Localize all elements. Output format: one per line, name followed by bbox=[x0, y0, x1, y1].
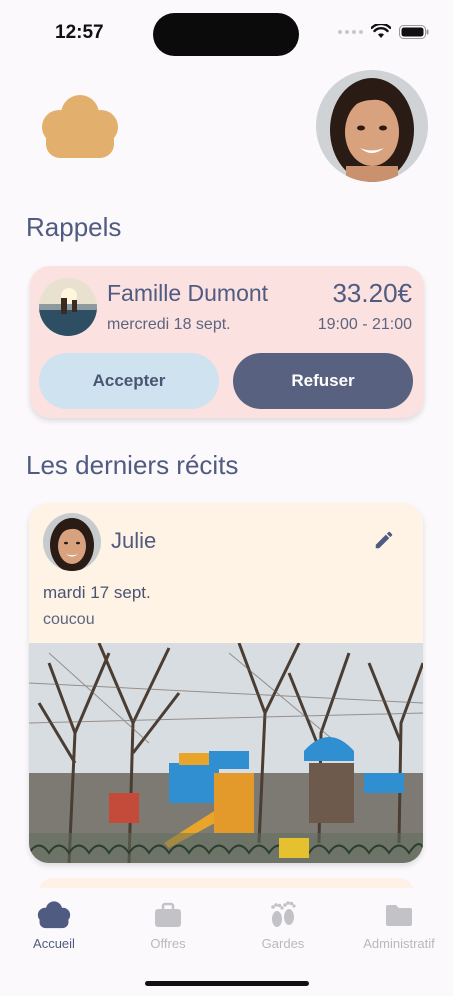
story-author: Julie bbox=[111, 528, 157, 553]
stories-title: Les derniers récits bbox=[26, 450, 239, 480]
accept-button[interactable]: Accepter bbox=[39, 353, 219, 409]
refuse-button[interactable]: Refuser bbox=[233, 353, 413, 409]
tab-administratif[interactable]: Administratif bbox=[349, 900, 449, 951]
home-indicator bbox=[145, 981, 309, 986]
app-logo-icon bbox=[42, 95, 118, 158]
tab-label-accueil: Accueil bbox=[33, 936, 75, 951]
profile-photo bbox=[316, 70, 428, 182]
family-avatar bbox=[39, 278, 97, 336]
profile-avatar[interactable] bbox=[316, 70, 428, 182]
status-icons bbox=[338, 24, 429, 39]
tab-offres[interactable]: Offres bbox=[118, 900, 218, 951]
tab-gardes[interactable]: Gardes bbox=[233, 900, 333, 951]
family-name: Famille Dumont bbox=[107, 280, 269, 306]
tab-label-offres: Offres bbox=[150, 936, 186, 951]
story-text: coucou bbox=[43, 611, 95, 628]
story-photo bbox=[29, 643, 423, 863]
story-card[interactable]: Julie mardi 17 sept. coucou bbox=[29, 503, 423, 863]
status-bar: 12:57 bbox=[0, 0, 453, 60]
author-photo bbox=[43, 513, 101, 571]
tab-label-gardes: Gardes bbox=[261, 936, 305, 951]
tab-accueil[interactable]: Accueil bbox=[4, 900, 104, 951]
edit-icon[interactable] bbox=[373, 529, 395, 551]
briefcase-icon bbox=[155, 902, 181, 927]
author-avatar bbox=[43, 513, 101, 571]
family-photo bbox=[39, 278, 97, 336]
wifi-icon bbox=[371, 24, 391, 38]
dynamic-island bbox=[153, 13, 299, 56]
reminder-price: 33.20€ bbox=[332, 278, 412, 308]
folder-icon bbox=[386, 905, 412, 926]
signal-icon bbox=[338, 29, 363, 34]
tab-label-administratif: Administratif bbox=[363, 936, 435, 951]
battery-icon bbox=[399, 24, 429, 39]
baby-feet-icon bbox=[271, 901, 296, 927]
reminders-title: Rappels bbox=[26, 212, 122, 242]
story-date: mardi 17 sept. bbox=[43, 583, 151, 602]
reminder-date: mercredi 18 sept. bbox=[107, 316, 231, 333]
tab-bar: Accueil Offres Gardes Administratif bbox=[0, 888, 453, 996]
status-time: 12:57 bbox=[55, 22, 104, 43]
reminder-card[interactable]: Famille Dumont mercredi 18 sept. 33.20€ … bbox=[30, 266, 424, 418]
reminder-hours: 19:00 - 21:00 bbox=[317, 316, 412, 333]
home-icon bbox=[37, 901, 71, 929]
